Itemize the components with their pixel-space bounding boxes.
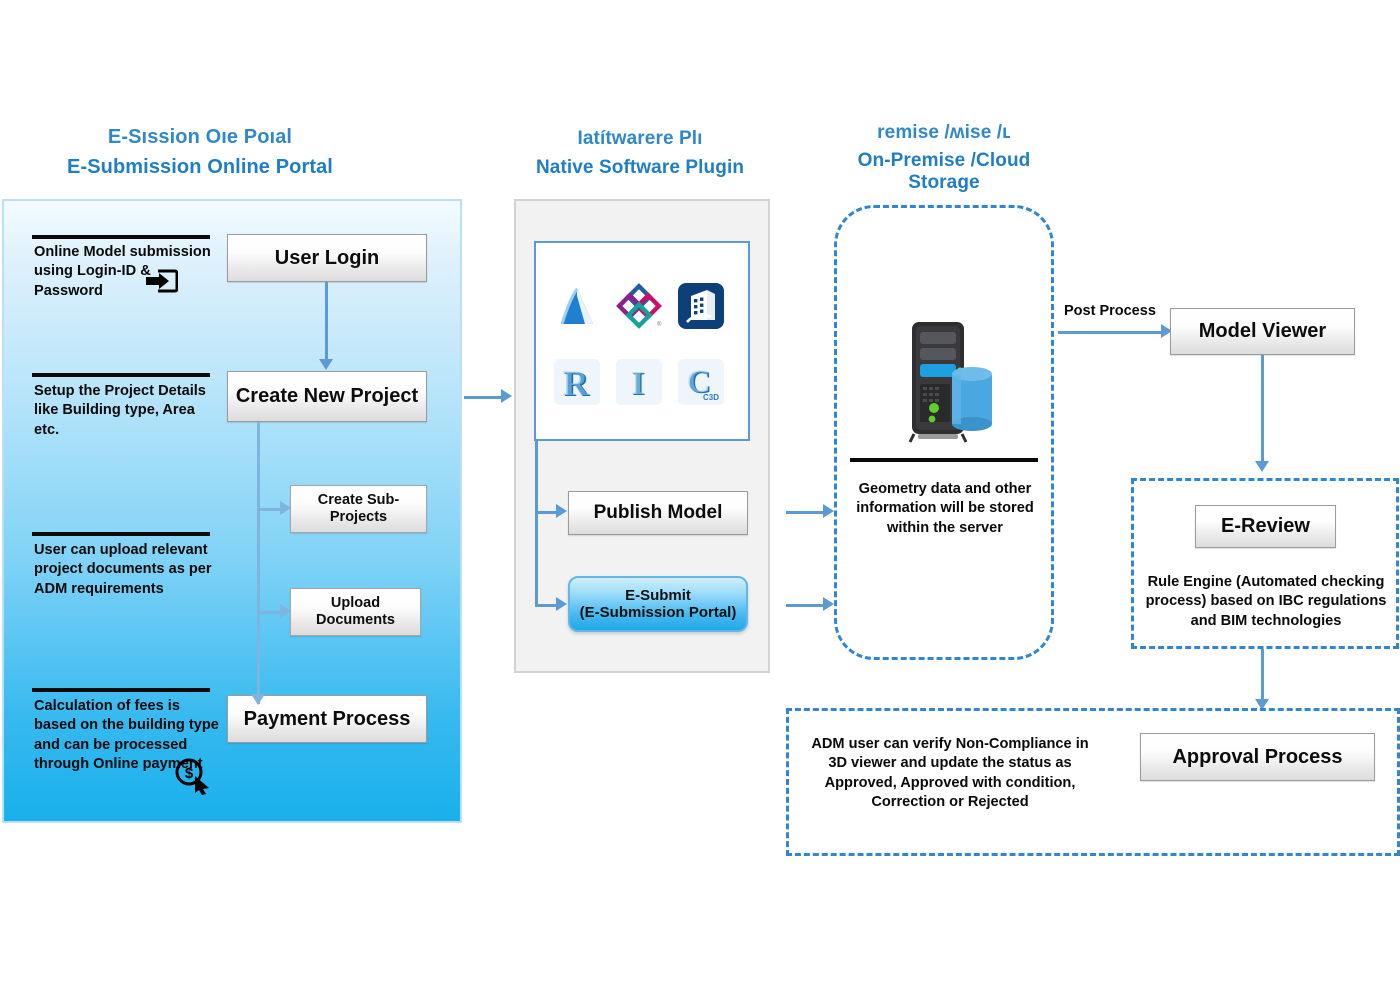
civil3d-icon: C C C3D [677,358,725,406]
connector-to-upload [257,611,282,614]
e-submit-box[interactable]: E-Submit (E-Submission Portal) [568,576,748,632]
desc-rule-4 [32,688,210,692]
connector-to-subprojects [257,508,282,511]
desc-rule-1 [32,235,210,239]
diagram-canvas: E-Sıssion Oıe Poıal E-Submission Online … [0,0,1400,1000]
portal-description-3-text: User can upload relevant project documen… [34,542,212,597]
rule-engine-caption: Rule Engine (Automated checking process)… [1140,573,1392,631]
arrow-esubmit-to-storage [823,597,834,611]
connector-model-viewer-to-ereview [1261,355,1264,463]
user-login-box[interactable]: User Login [227,234,427,282]
post-process-label: Post Process [1064,303,1156,319]
revit-icon: R R [553,358,601,406]
arrow-model-viewer-to-ereview [1255,461,1269,472]
software-icon-grid [534,241,750,441]
arrow-login-to-project [319,359,333,370]
portal-section-title: E-Sıssion Oıe Poıal E-Submission Online … [40,126,360,179]
arrow-to-e-submit [556,597,567,611]
arrow-to-publish-model [556,504,567,518]
model-viewer-label: Model Viewer [1198,320,1327,342]
connector-portal-to-plugin [464,396,504,399]
plugin-section-title: Iatítwarere Plı Native Software Plugin [512,128,768,179]
connector-storage-to-model-viewer [1058,331,1164,334]
portal-title: E-Submission Online Portal [67,156,333,179]
post-process-text: Post Process [1064,303,1156,319]
upload-documents-box[interactable]: Upload Documents [290,588,421,636]
portal-description-2-text: Setup the Project Details like Building … [34,383,206,438]
create-sub-projects-label: Create Sub-Projects [317,492,400,525]
svg-text:C3D: C3D [703,393,719,402]
storage-section-title: remise /ʍise /ʟ On-Premise /Cloud Storag… [828,122,1060,193]
storage-title-line2: Storage [908,171,980,193]
create-new-project-box[interactable]: Create New Project [227,371,427,422]
desc-rule-2 [32,373,210,377]
infraworks-icon: I I [615,358,663,406]
online-payment-icon: $ [172,757,216,795]
e-review-label: E-Review [1221,515,1310,537]
model-viewer-box[interactable]: Model Viewer [1170,308,1355,355]
arrow-portal-to-plugin [501,389,512,403]
portal-title-ghost: E-Sıssion Oıe Poıal [107,126,293,148]
adm-caption-text: ADM user can verify Non-Compliance in 3D… [811,736,1089,811]
portal-description-1-text: Online Model submission using Login-ID &… [34,244,211,299]
svg-text:R: R [562,363,589,403]
upload-documents-label: Upload Documents [316,595,395,628]
svg-text:®: ® [657,321,662,328]
plugin-title-ghost: Iatítwarere Plı [577,128,703,149]
publish-model-box[interactable]: Publish Model [568,491,748,535]
portal-description-1: Online Model submission using Login-ID &… [34,243,214,301]
buildingsmart-ifc-icon: ® [615,282,663,330]
arrow-to-upload [280,604,291,618]
connector-esubmit-to-storage [786,604,826,607]
approval-process-box[interactable]: Approval Process [1140,733,1375,781]
storage-caption-text: Geometry data and other information will… [856,481,1034,536]
e-submit-label-line1: E-Submit [625,586,691,604]
rule-engine-caption-text: Rule Engine (Automated checking process)… [1145,574,1387,629]
desc-rule-3 [32,532,210,536]
create-new-project-label: Create New Project [235,385,419,407]
portal-description-2: Setup the Project Details like Building … [34,382,214,440]
connector-ereview-to-approval [1261,649,1264,701]
bim-building-icon [677,282,725,330]
storage-title-line1: On-Premise /Cloud [857,150,1031,172]
arrow-to-payment [251,694,265,705]
arrow-publish-to-storage [823,504,834,518]
portal-description-3: User can upload relevant project documen… [34,541,214,599]
connector-plugin-spine [535,441,538,607]
archicad-icon [553,282,601,330]
e-review-box[interactable]: E-Review [1195,505,1336,548]
login-icon [144,265,179,297]
payment-process-label: Payment Process [243,707,411,730]
storage-caption: Geometry data and other information will… [848,480,1042,538]
connector-publish-to-storage [786,511,826,514]
storage-title-ghost: remise /ʍise /ʟ [877,122,1011,143]
approval-process-label: Approval Process [1172,745,1343,768]
svg-text:I: I [631,365,644,402]
publish-model-label: Publish Model [593,502,723,524]
svg-text:$: $ [185,765,194,782]
connector-project-spine [257,422,260,704]
plugin-title: Native Software Plugin [535,157,745,179]
server-database-icon [898,318,994,446]
connector-login-to-project [325,282,328,360]
arrow-to-subprojects [280,501,291,515]
user-login-label: User Login [274,246,380,269]
e-submit-label-line2: (E-Submission Portal) [579,604,737,621]
adm-caption: ADM user can verify Non-Compliance in 3D… [810,735,1090,813]
storage-caption-rule [850,458,1038,462]
create-sub-projects-box[interactable]: Create Sub-Projects [290,485,427,533]
